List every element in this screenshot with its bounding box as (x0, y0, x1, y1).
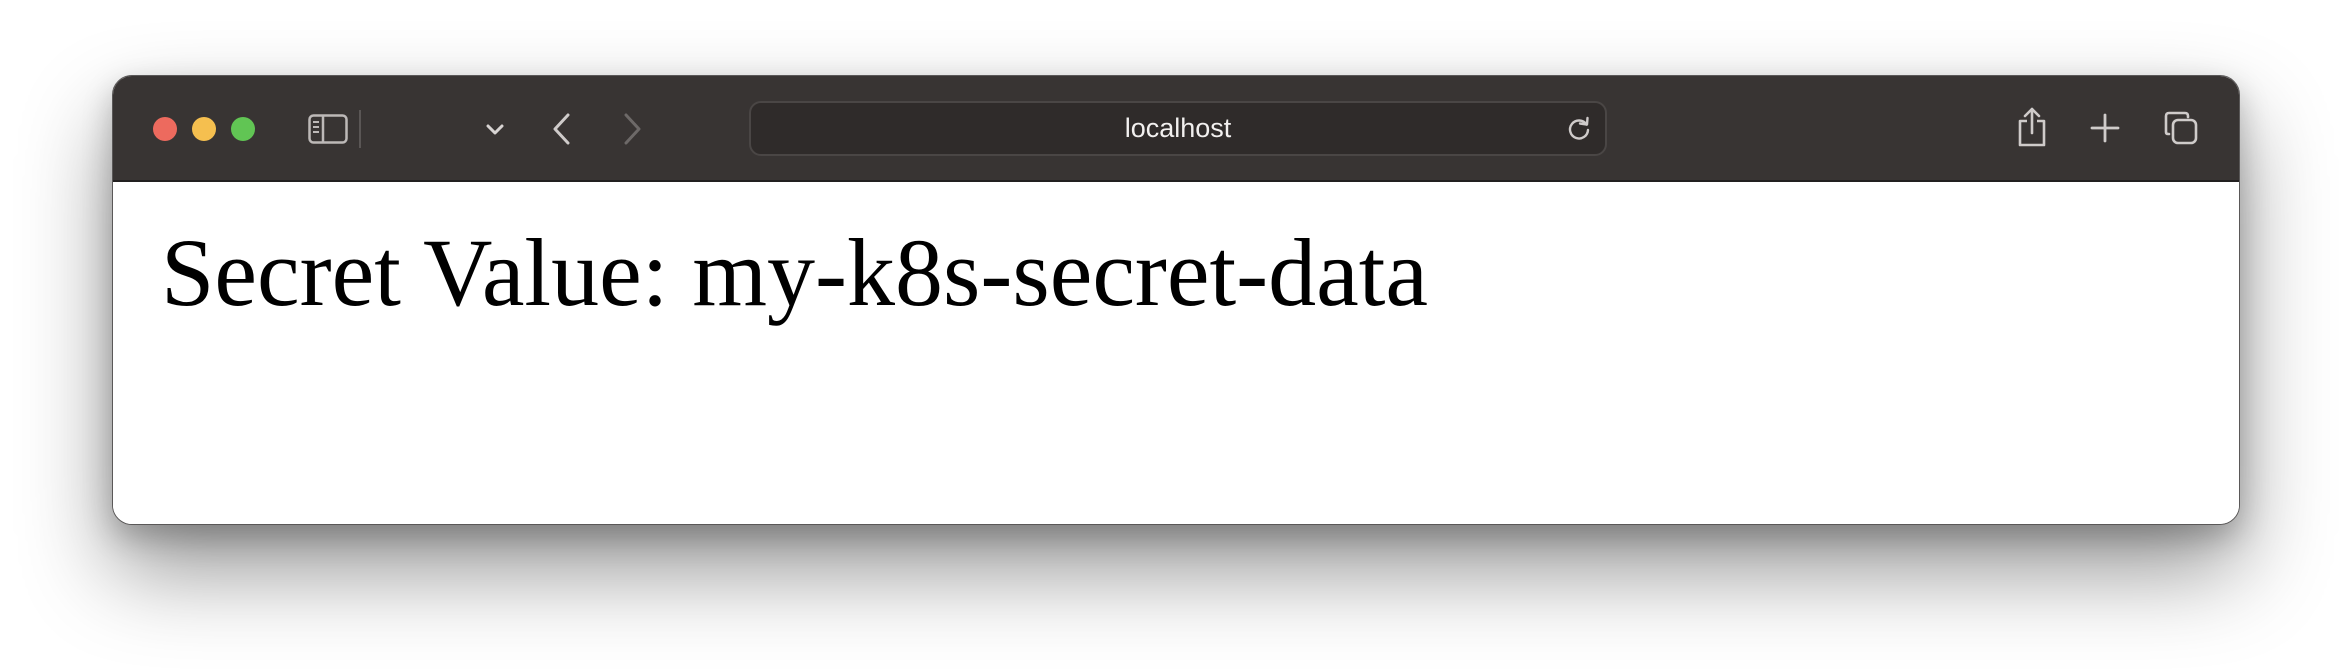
new-tab-icon (2090, 113, 2120, 143)
back-icon (553, 113, 570, 145)
sidebar-toggle-button[interactable] (307, 112, 349, 146)
tab-group-menu-button[interactable] (479, 118, 511, 142)
browser-toolbar: localhost (113, 76, 2239, 182)
tab-overview-icon (2164, 111, 2198, 145)
chevron-down-icon (486, 124, 504, 135)
reload-button[interactable] (1565, 115, 1593, 143)
close-window-button[interactable] (153, 117, 177, 141)
forward-icon (624, 113, 641, 145)
minimize-window-button[interactable] (192, 117, 216, 141)
browser-window: localhost Secret Value: my-k8s-secret-da… (112, 75, 2240, 525)
tab-overview-button[interactable] (2161, 108, 2201, 148)
sidebar-icon (308, 114, 348, 144)
reload-icon (1568, 116, 1590, 140)
page-content: Secret Value: my-k8s-secret-data (113, 182, 2239, 524)
share-icon (2018, 107, 2046, 147)
toolbar-separator (359, 110, 361, 148)
forward-button[interactable] (615, 110, 649, 148)
url-text[interactable]: localhost (751, 103, 1605, 154)
new-tab-button[interactable] (2087, 110, 2123, 146)
share-button[interactable] (2013, 104, 2051, 150)
address-bar[interactable]: localhost (749, 101, 1607, 156)
secret-value-heading: Secret Value: my-k8s-secret-data (161, 219, 1429, 326)
zoom-window-button[interactable] (231, 117, 255, 141)
back-button[interactable] (545, 110, 579, 148)
